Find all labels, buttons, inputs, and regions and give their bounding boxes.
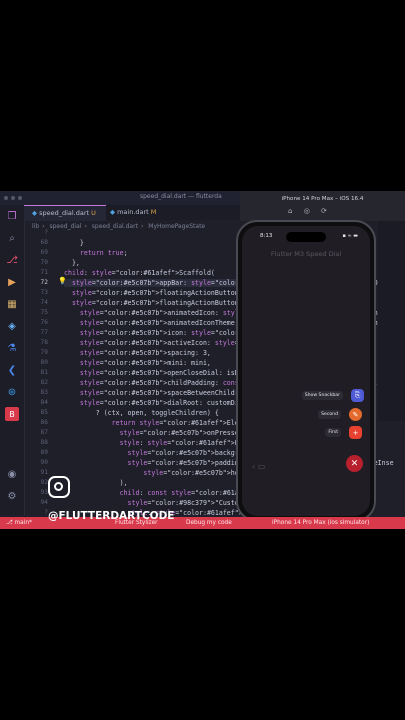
dynamic-island [286,232,326,242]
line-number: 93 [40,489,48,496]
code-line[interactable]: child: style="color:#61afef">Scaffold( [64,269,215,277]
home-icon[interactable]: ⌂ [288,207,292,215]
line-number: 90 [40,459,48,466]
line-number: 74 [40,299,48,306]
extensions-icon[interactable]: ▦ [5,297,19,311]
tab-speed-dial[interactable]: ◆ speed_dial.dart U [24,205,106,221]
line-number: 84 [40,399,48,406]
maximize-window-dot[interactable] [18,196,22,200]
simulator-title: iPhone 14 Pro Max – iOS 16.4 [281,196,364,202]
code-line[interactable]: ? (ctx, open, toggleChildren) { [64,409,219,417]
line-number: 72 [40,279,48,286]
line-number: 82 [40,379,48,386]
code-line[interactable]: style="color:#e5c07b">dialRoot: customDi… [64,399,263,407]
speed-dial-label[interactable]: First [325,428,341,437]
simulator-toolbar: iPhone 14 Pro Max – iOS 16.4 ⌂ ◎ ⟳ [240,191,405,221]
app-bar-title: Flutter M3 Speed Dial [270,250,342,258]
debug-status[interactable]: Debug my code [186,517,232,529]
line-number: 80 [40,359,48,366]
code-line[interactable]: style="color:#e5c07b">spaceBetweenChildr… [64,389,263,397]
speed-dial-child-first[interactable]: First + [325,426,362,439]
code-line[interactable]: return true; [64,249,128,257]
device-status[interactable]: iPhone 14 Pro Max (ios simulator) [272,517,369,529]
line-number: 71 [40,269,48,276]
code-line[interactable]: } [64,239,84,247]
dart-devtools-icon[interactable]: ❮ [5,363,19,377]
speed-dial-label[interactable]: Second [318,410,341,419]
line-number: 75 [40,309,48,316]
breadcrumb: lib › speed_dial › speed_dial.dart › MyHome… [32,223,206,230]
status-time: 8:13 [260,233,273,239]
speed-dial-fab[interactable]: ✕ [346,455,363,472]
line-number: 69 [40,249,48,256]
speed-dial-child-second[interactable]: Second ✎ [318,408,362,421]
breakpoint-lightbulb-icon[interactable]: 💡 [58,277,67,285]
line-number: 92 [40,479,48,486]
line-number: 88 [40,439,48,446]
speed-dial-child-snackbar[interactable]: Show Snackbar ⎘ [301,389,364,402]
brush-icon[interactable]: ✎ [349,408,362,421]
explorer-icon[interactable]: ❐ [5,209,19,223]
close-window-dot[interactable] [4,196,8,200]
snackbar-icon[interactable]: ⎘ [351,389,364,402]
search-icon[interactable]: ⌕ [5,231,19,245]
code-line[interactable]: style="color:#e5c07b">appBar: style="col… [64,279,405,287]
line-number: 87 [40,429,48,436]
branch-status[interactable]: ⎇ main* [6,517,32,529]
window-title: speed_dial.dart — flutterda [140,193,222,200]
instagram-icon [48,476,70,498]
line-number: 86 [40,419,48,426]
status-icons: ▪ ≈ ▬ [342,233,358,239]
minimap[interactable] [378,221,405,421]
minimize-window-dot[interactable] [11,196,15,200]
line-number: 83 [40,389,48,396]
line-number: 89 [40,449,48,456]
flutter-icon[interactable]: ◈ [5,319,19,333]
tab-main[interactable]: ◆ main.dart M [106,205,156,220]
line-number: 73 [40,289,48,296]
watermark-handle: @FLUTTERDARTCODE [48,510,175,522]
code-line[interactable]: ), [64,479,128,487]
line-number: 85 [40,409,48,416]
editor-tabs: ◆ speed_dial.dart U ◆ main.dart M [24,205,240,221]
line-number: 68 [40,239,48,246]
account-icon[interactable]: ◉ [5,467,19,481]
bookmark-icon[interactable]: B [5,407,19,421]
dart-file-icon: ◆ [110,208,115,216]
dart-file-icon: ◆ [32,209,37,217]
line-number: 70 [40,259,48,266]
line-number: 79 [40,349,48,356]
activity-bar: ❐ ⌕ ⎇ ▶ ▦ ◈ ⚗ ❮ ⊛ B ◉ ⚙ [0,205,25,515]
line-number: 77 [40,329,48,336]
code-line[interactable]: style="color:#e5c07b">mini: mini, [64,359,211,367]
close-icon: ✕ [350,458,359,469]
line-number: 94 [40,499,48,506]
back-icon[interactable]: ‹ ▭ [252,462,265,471]
line-number: 76 [40,319,48,326]
line-number: 91 [40,469,48,476]
source-control-icon[interactable]: ⎇ [5,253,19,267]
line-number: ? [44,229,48,236]
remote-icon[interactable]: ⊛ [5,385,19,399]
iphone-simulator: 8:13 ▪ ≈ ▬ Flutter M3 Speed Dial Show Sn… [236,220,376,522]
testing-icon[interactable]: ⚗ [5,341,19,355]
add-icon[interactable]: + [349,426,362,439]
code-line[interactable]: style="color:#e5c07b">spacing: 3, [64,349,211,357]
code-line[interactable]: }, [64,259,80,267]
gear-icon[interactable]: ⚙ [5,489,19,503]
run-debug-icon[interactable]: ▶ [5,275,19,289]
rotate-icon[interactable]: ⟳ [321,207,327,215]
speed-dial-label[interactable]: Show Snackbar [301,391,343,400]
screenshot-icon[interactable]: ◎ [304,207,310,215]
phone-screen[interactable]: 8:13 ▪ ≈ ▬ Flutter M3 Speed Dial Show Sn… [242,226,370,516]
line-number: 81 [40,369,48,376]
line-number: 78 [40,339,48,346]
